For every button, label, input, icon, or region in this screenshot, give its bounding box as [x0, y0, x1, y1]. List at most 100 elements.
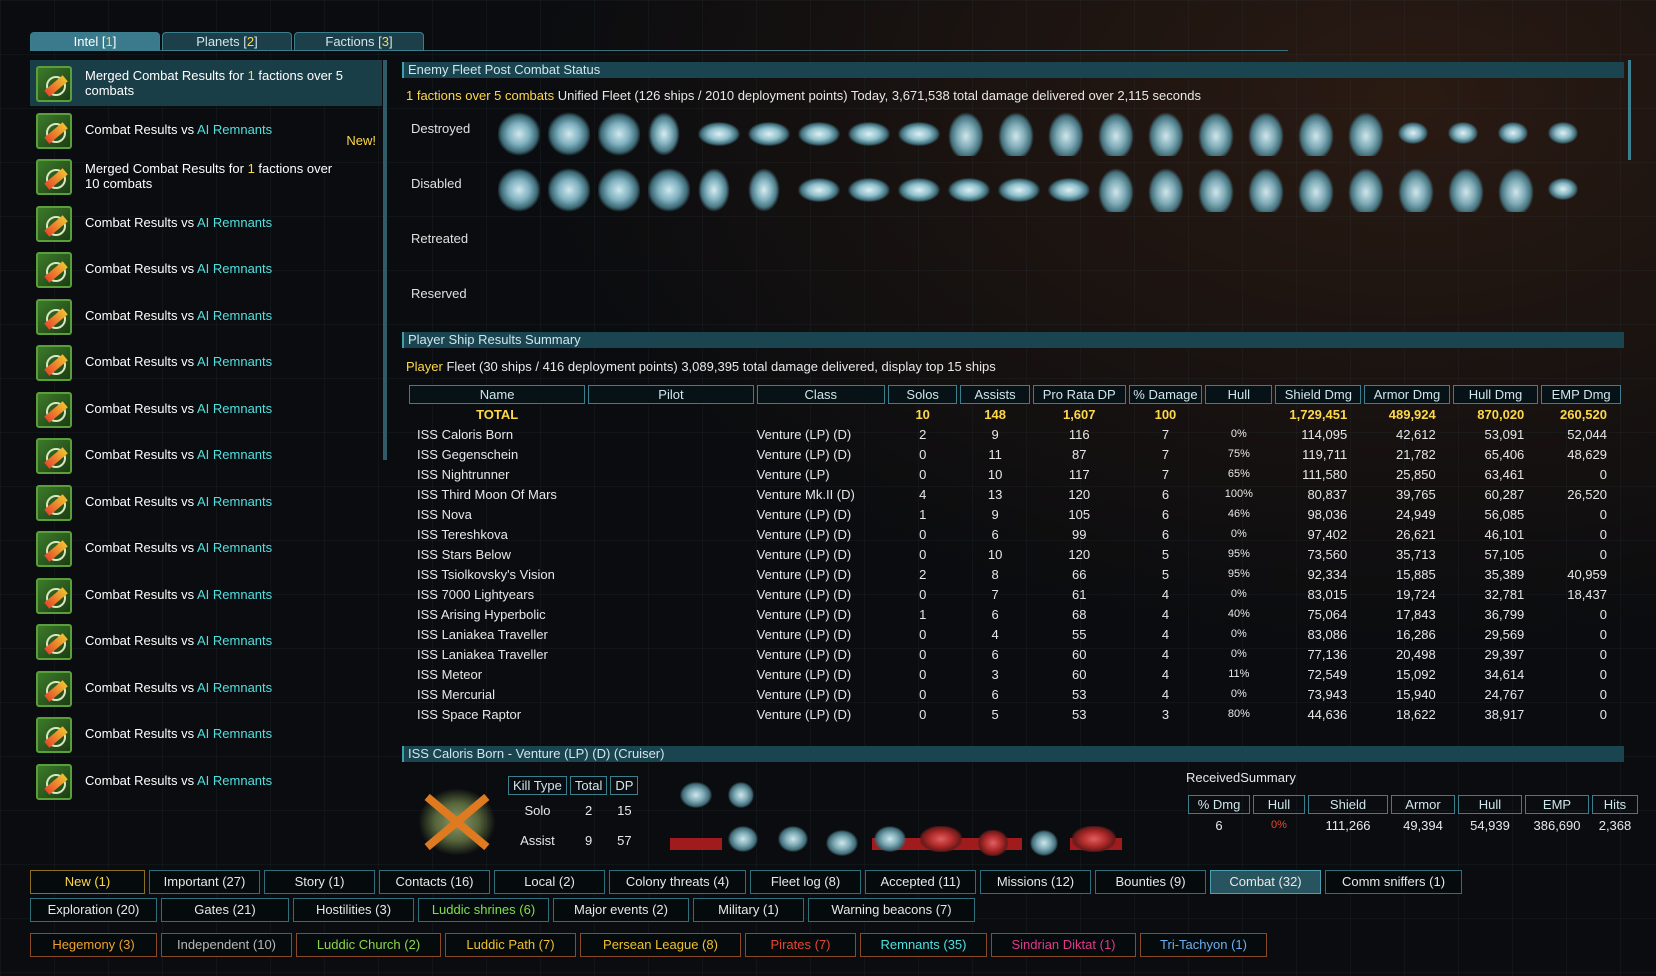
intel-list-item[interactable]: Combat Results vs AI Remnants — [30, 618, 382, 664]
intel-list-scrollbar[interactable] — [383, 60, 387, 460]
enemy-ship-icon[interactable] — [698, 168, 730, 212]
table-row[interactable]: ISS Nova Venture (LP) (D) 1 9 105 6 46% 98,036 2… — [409, 504, 1621, 524]
enemy-ship-icon[interactable] — [1498, 168, 1534, 212]
enemy-ship-icon[interactable] — [1448, 168, 1484, 212]
enemy-ship-icon[interactable] — [948, 178, 990, 202]
enemy-ship-icon[interactable] — [1298, 168, 1334, 212]
table-row[interactable]: ISS Laniakea Traveller Venture (LP) (D) 0 4… — [409, 624, 1621, 644]
intel-list-item[interactable]: Combat Results vs AI Remnants — [30, 665, 382, 711]
faction-filter-button[interactable]: Tri-Tachyon (1) — [1140, 933, 1267, 957]
intel-list-item[interactable]: Combat Results vs AI Remnants — [30, 572, 382, 618]
received-column-header[interactable]: Shield — [1308, 795, 1388, 814]
enemy-ship-icon[interactable] — [1348, 112, 1384, 156]
enemy-ship-icon[interactable] — [548, 168, 590, 212]
filter-button[interactable]: Major events (2) — [553, 898, 689, 922]
received-column-header[interactable]: % Dmg — [1188, 795, 1250, 814]
enemy-ship-icon[interactable] — [1498, 122, 1528, 144]
intel-list-item[interactable]: Merged Combat Results for 1 factions ove… — [30, 153, 382, 199]
filter-button[interactable]: Colony threats (4) — [609, 870, 746, 894]
table-row[interactable]: ISS Tereshkova Venture (LP) (D) 0 6 99 6 0% 97,… — [409, 524, 1621, 544]
faction-filter-button[interactable]: Remnants (35) — [860, 933, 987, 957]
enemy-ship-icon[interactable] — [1198, 112, 1234, 156]
enemy-ship-icon[interactable] — [598, 168, 640, 212]
column-header[interactable]: Solos — [888, 385, 958, 404]
right-scrollbar[interactable] — [1628, 60, 1631, 160]
table-row[interactable]: ISS Tsiolkovsky's Vision Venture (LP) (D)… — [409, 564, 1621, 584]
intel-list-item[interactable]: Combat Results vs AI Remnants — [30, 479, 382, 525]
table-row[interactable]: ISS Gegenschein Venture (LP) (D) 0 11 87 7 75%… — [409, 444, 1621, 464]
intel-list-item[interactable]: Combat Results vs AI Remnants — [30, 246, 382, 292]
enemy-ship-icon[interactable] — [998, 112, 1034, 156]
enemy-ship-icon[interactable] — [1098, 112, 1134, 156]
tab-factions[interactable]: Factions [3] — [294, 32, 424, 51]
filter-button[interactable]: Bounties (9) — [1095, 870, 1206, 894]
intel-list-item[interactable]: Combat Results vs AI Remnants — [30, 293, 382, 339]
enemy-ship-icon[interactable] — [898, 178, 940, 202]
filter-button[interactable]: Story (1) — [264, 870, 375, 894]
column-header[interactable]: Name — [409, 385, 586, 404]
column-header[interactable]: EMP Dmg — [1541, 385, 1621, 404]
enemy-ship-icon[interactable] — [798, 178, 840, 202]
enemy-ship-icon[interactable] — [1048, 178, 1090, 202]
enemy-ship-icon[interactable] — [1548, 122, 1578, 144]
table-row[interactable]: ISS Caloris Born Venture (LP) (D) 2 9 116 7 0%… — [409, 424, 1621, 444]
filter-button[interactable]: Luddic shrines (6) — [418, 898, 549, 922]
enemy-ship-icon[interactable] — [1148, 168, 1184, 212]
filter-button[interactable]: Contacts (16) — [379, 870, 490, 894]
intel-list-item[interactable]: Combat Results vs AI Remnants — [30, 200, 382, 246]
enemy-ship-icon[interactable] — [1198, 168, 1234, 212]
enemy-ship-icon[interactable] — [798, 122, 840, 146]
kill-column-header[interactable]: DP — [610, 776, 639, 795]
received-column-header[interactable]: Hits — [1592, 795, 1638, 814]
faction-filter-button[interactable]: Independent (10) — [161, 933, 292, 957]
filter-button[interactable]: Fleet log (8) — [750, 870, 861, 894]
column-header[interactable]: Assists — [960, 385, 1030, 404]
enemy-ship-icon[interactable] — [748, 168, 780, 212]
enemy-ship-icon[interactable] — [1248, 112, 1284, 156]
tab-intel[interactable]: Intel [1] — [30, 32, 160, 51]
enemy-ship-icon[interactable] — [1548, 178, 1578, 200]
filter-button[interactable]: Accepted (11) — [865, 870, 976, 894]
faction-filter-button[interactable]: Luddic Church (2) — [296, 933, 441, 957]
intel-list-item[interactable]: Combat Results vs AI Remnants — [30, 386, 382, 432]
enemy-ship-icon[interactable] — [1348, 168, 1384, 212]
received-column-header[interactable]: Hull — [1458, 795, 1522, 814]
table-row[interactable]: ISS Laniakea Traveller Venture (LP) (D) 0 6… — [409, 644, 1621, 664]
enemy-ship-icon[interactable] — [598, 112, 640, 156]
filter-button[interactable]: Gates (21) — [161, 898, 289, 922]
filter-button[interactable]: Hostilities (3) — [293, 898, 414, 922]
filter-button[interactable]: Important (27) — [149, 870, 260, 894]
received-column-header[interactable]: Armor — [1391, 795, 1455, 814]
filter-button[interactable]: Military (1) — [693, 898, 804, 922]
table-row[interactable]: ISS 7000 Lightyears Venture (LP) (D) 0 7 61 4… — [409, 584, 1621, 604]
enemy-ship-icon[interactable] — [898, 122, 940, 146]
enemy-ship-icon[interactable] — [1098, 168, 1134, 212]
table-row[interactable]: ISS Space Raptor Venture (LP) (D) 0 5 53 3 80%… — [409, 704, 1621, 724]
tab-planets[interactable]: Planets [2] — [162, 32, 292, 51]
filter-button[interactable]: Warning beacons (7) — [808, 898, 975, 922]
received-column-header[interactable]: Hull — [1253, 795, 1305, 814]
enemy-ship-icon[interactable] — [1448, 122, 1478, 144]
faction-filter-button[interactable]: Sindrian Diktat (1) — [991, 933, 1136, 957]
enemy-ship-icon[interactable] — [948, 112, 984, 156]
enemy-ship-icon[interactable] — [498, 168, 540, 212]
table-row[interactable]: ISS Mercurial Venture (LP) (D) 0 6 53 4 0% 73,9… — [409, 684, 1621, 704]
filter-button[interactable]: Combat (32) — [1210, 870, 1321, 894]
enemy-ship-icon[interactable] — [998, 178, 1040, 202]
intel-list-item[interactable]: Combat Results vs AI Remnants — [30, 432, 382, 478]
intel-list-item[interactable]: Combat Results vs AI Remnants — [30, 525, 382, 571]
intel-list-item[interactable]: Merged Combat Results for 1 factions ove… — [30, 60, 382, 106]
enemy-ship-icon[interactable] — [1248, 168, 1284, 212]
table-row[interactable]: ISS Third Moon Of Mars Venture Mk.II (D) 4… — [409, 484, 1621, 504]
column-header[interactable]: Pro Rata DP — [1032, 385, 1126, 404]
table-row[interactable]: ISS Meteor Venture (LP) (D) 0 3 60 4 11% 72,549… — [409, 664, 1621, 684]
column-header[interactable]: Armor Dmg — [1364, 385, 1450, 404]
enemy-ship-icon[interactable] — [848, 178, 890, 202]
faction-filter-button[interactable]: Hegemony (3) — [30, 933, 157, 957]
column-header[interactable]: % Damage — [1128, 385, 1203, 404]
filter-button[interactable]: Comm sniffers (1) — [1325, 870, 1462, 894]
enemy-ship-icon[interactable] — [748, 122, 790, 146]
enemy-ship-icon[interactable] — [698, 122, 740, 146]
enemy-ship-icon[interactable] — [1148, 112, 1184, 156]
column-header[interactable]: Hull — [1205, 385, 1273, 404]
